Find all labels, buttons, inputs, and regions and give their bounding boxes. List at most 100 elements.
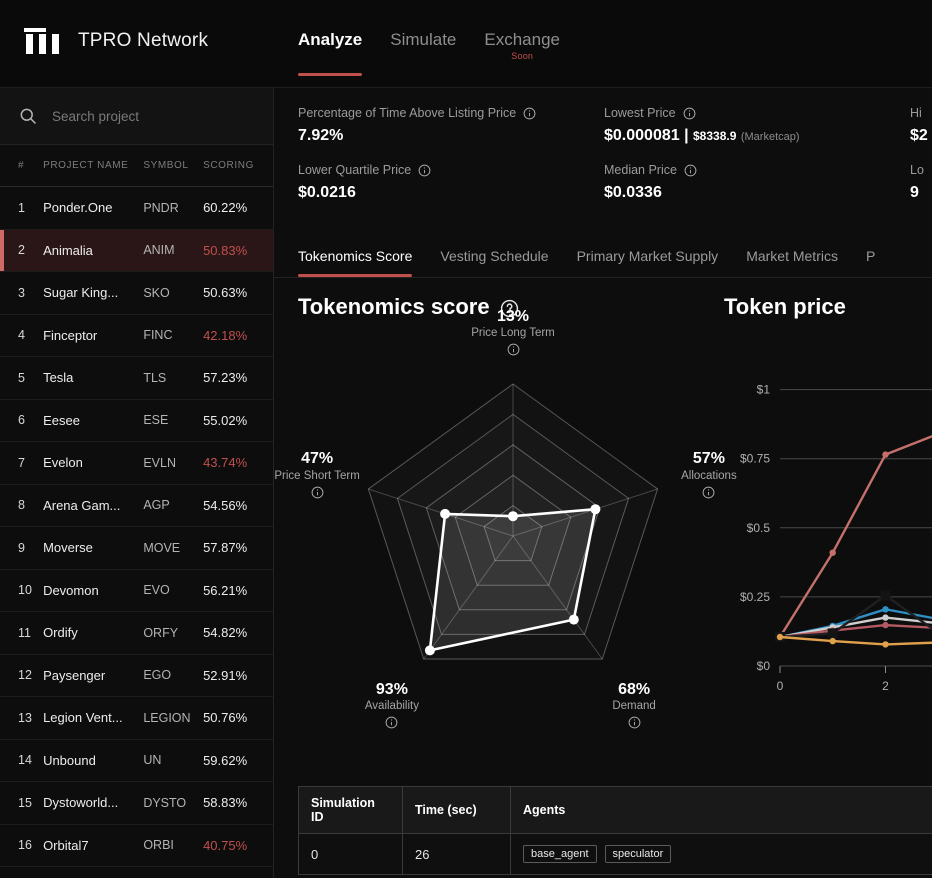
project-name: Devomon	[43, 582, 99, 598]
project-row-dysto[interactable]: 15 Dystoworld... DYSTO 58.83%	[0, 782, 273, 825]
project-rank: 3	[18, 285, 25, 300]
subtab-label: Vesting Schedule	[440, 248, 549, 264]
project-rank: 5	[18, 370, 25, 385]
project-symbol: LEGION	[143, 710, 191, 725]
subtab-label: Market Metrics	[746, 248, 838, 264]
metric-value: $0.000081 | $8338.9 (Marketcap)	[604, 127, 910, 145]
project-symbol: EVO	[143, 583, 170, 598]
metric-value-note: (Marketcap)	[740, 131, 800, 143]
main-content: Percentage of Time Above Listing Price 7…	[274, 88, 932, 878]
project-rank: 13	[18, 710, 32, 725]
metric-value: 7.92%	[298, 127, 344, 144]
main-tab-bar: Analyze Simulate Exchange Soon	[298, 30, 560, 76]
info-icon[interactable]	[311, 486, 324, 504]
project-symbol: EGO	[143, 668, 172, 683]
subtab-tokenomics-score[interactable]: Tokenomics Score	[298, 248, 413, 277]
metric-value: $2	[910, 127, 928, 144]
radar-axis-value: 13%	[496, 308, 530, 325]
info-icon[interactable]	[702, 486, 715, 504]
tab-analyze[interactable]: Analyze	[298, 30, 363, 76]
project-row-evln[interactable]: 7 Evelon EVLN 43.74%	[0, 442, 273, 485]
project-row-ego[interactable]: 12 Paysenger EGO 52.91%	[0, 655, 273, 697]
metric-time-above-listing: Percentage of Time Above Listing Price 7…	[298, 106, 604, 163]
tab-exchange-badge: Soon	[511, 51, 534, 61]
info-icon[interactable]	[507, 343, 520, 361]
subtab-primary-market-supply[interactable]: Primary Market Supply	[577, 248, 719, 277]
project-name: Orbital7	[43, 837, 89, 853]
project-row-ese[interactable]: 6 Eesee ESE 55.02%	[0, 400, 273, 442]
project-symbol: AGP	[143, 498, 170, 513]
project-scoring: 40.75%	[203, 837, 248, 853]
subtab-market-metrics[interactable]: Market Metrics	[746, 248, 838, 277]
project-scoring: 59.62%	[203, 752, 248, 768]
project-rank: 4	[18, 328, 25, 343]
col-scoring: SCORING	[203, 160, 254, 171]
radar-axis-demand: 68% Demand	[559, 681, 709, 734]
project-rank: 8	[18, 498, 25, 513]
info-icon[interactable]	[523, 107, 536, 120]
tab-simulate-label: Simulate	[390, 30, 457, 49]
tab-simulate[interactable]: Simulate	[390, 30, 456, 76]
agent-chip: speculator	[604, 845, 672, 863]
agent-chip: base_agent	[523, 845, 597, 863]
metrics-row-2: Lower Quartile Price $0.0216 Median Pric…	[298, 163, 932, 220]
project-name: Eesee	[43, 412, 80, 428]
project-row-orfy[interactable]: 11 Ordify ORFY 54.82%	[0, 612, 273, 655]
brand[interactable]: TPRO Network	[24, 28, 208, 54]
project-scoring: 52.91%	[203, 667, 248, 683]
project-name: Ponder.One	[43, 200, 113, 216]
sidebar: # PROJECT NAME SYMBOL SCORING 1 Ponder.On…	[0, 88, 274, 878]
project-symbol: MOVE	[143, 540, 181, 555]
project-rank: 9	[18, 540, 25, 555]
search-input[interactable]	[52, 108, 242, 124]
info-icon[interactable]	[628, 716, 641, 734]
info-icon[interactable]	[684, 164, 697, 177]
metrics-row-1: Percentage of Time Above Listing Price 7…	[298, 106, 932, 163]
project-row-anim[interactable]: 2 Animalia ANIM 50.83%	[0, 229, 273, 272]
project-list: 1 Ponder.One PNDR 60.22% 2 Animalia ANIM 50.83%…	[0, 187, 273, 867]
price-title-text: Token price	[724, 294, 846, 319]
project-rank: 14	[18, 753, 32, 768]
project-scoring: 57.87%	[203, 540, 248, 556]
project-name: Legion Vent...	[43, 710, 123, 726]
metric-label: Percentage of Time Above Listing Price	[298, 106, 517, 120]
project-row-un[interactable]: 14 Unbound UN 59.62%	[0, 740, 273, 782]
project-row-agp[interactable]: 8 Arena Gam... AGP 54.56%	[0, 485, 273, 527]
project-scoring: 58.83%	[203, 795, 248, 811]
project-row-orbi[interactable]: 16 Orbital7 ORBI 40.75%	[0, 825, 273, 867]
project-row-finc[interactable]: 4 Finceptor FINC 42.18%	[0, 315, 273, 357]
search-box[interactable]	[0, 88, 273, 145]
project-row-evo[interactable]: 10 Devomon EVO 56.21%	[0, 570, 273, 612]
radar-axis-availability: 93% Availability	[317, 681, 467, 734]
project-row-sko[interactable]: 3 Sugar King... SKO 50.63%	[0, 272, 273, 315]
svg-text:0: 0	[777, 679, 784, 693]
info-icon[interactable]	[683, 107, 696, 120]
metric-value: 9	[910, 184, 919, 201]
svg-text:2: 2	[882, 679, 889, 693]
project-symbol: FINC	[143, 328, 173, 343]
project-symbol: ANIM	[143, 243, 175, 258]
tpro-bars-logo-icon	[24, 28, 68, 54]
project-rank: 7	[18, 455, 25, 470]
search-icon	[18, 106, 38, 126]
metrics-grid: Percentage of Time Above Listing Price 7…	[274, 88, 932, 230]
subtab-vesting-schedule[interactable]: Vesting Schedule	[440, 248, 548, 277]
info-icon[interactable]	[418, 164, 431, 177]
info-icon[interactable]	[385, 716, 398, 734]
table-row[interactable]: 0 26 base_agent speculator	[298, 833, 932, 875]
radar-axis-value: 93%	[375, 680, 408, 698]
tab-analyze-label: Analyze	[298, 30, 363, 49]
project-row-move[interactable]: 9 Moverse MOVE 57.87%	[0, 527, 273, 570]
project-row-legion[interactable]: 13 Legion Vent... LEGION 50.76%	[0, 697, 273, 740]
token-price-panel: Token price $0 $0.25 $0.5 $0.75 $1 0 2	[724, 294, 932, 754]
col-name: PROJECT NAME	[43, 160, 129, 171]
subtab-partial[interactable]: P	[866, 248, 875, 277]
project-symbol: PNDR	[143, 200, 179, 215]
radar-axis-label: Price Long Term	[471, 327, 555, 340]
project-row-pndr[interactable]: 1 Ponder.One PNDR 60.22%	[0, 187, 273, 230]
project-symbol: ESE	[143, 413, 169, 428]
price-panel-title: Token price	[724, 294, 932, 320]
tab-exchange[interactable]: Exchange Soon	[484, 30, 560, 76]
metric-lower-quartile-price: Lower Quartile Price $0.0216	[298, 163, 604, 220]
project-row-tls[interactable]: 5 Tesla TLS 57.23%	[0, 357, 273, 400]
